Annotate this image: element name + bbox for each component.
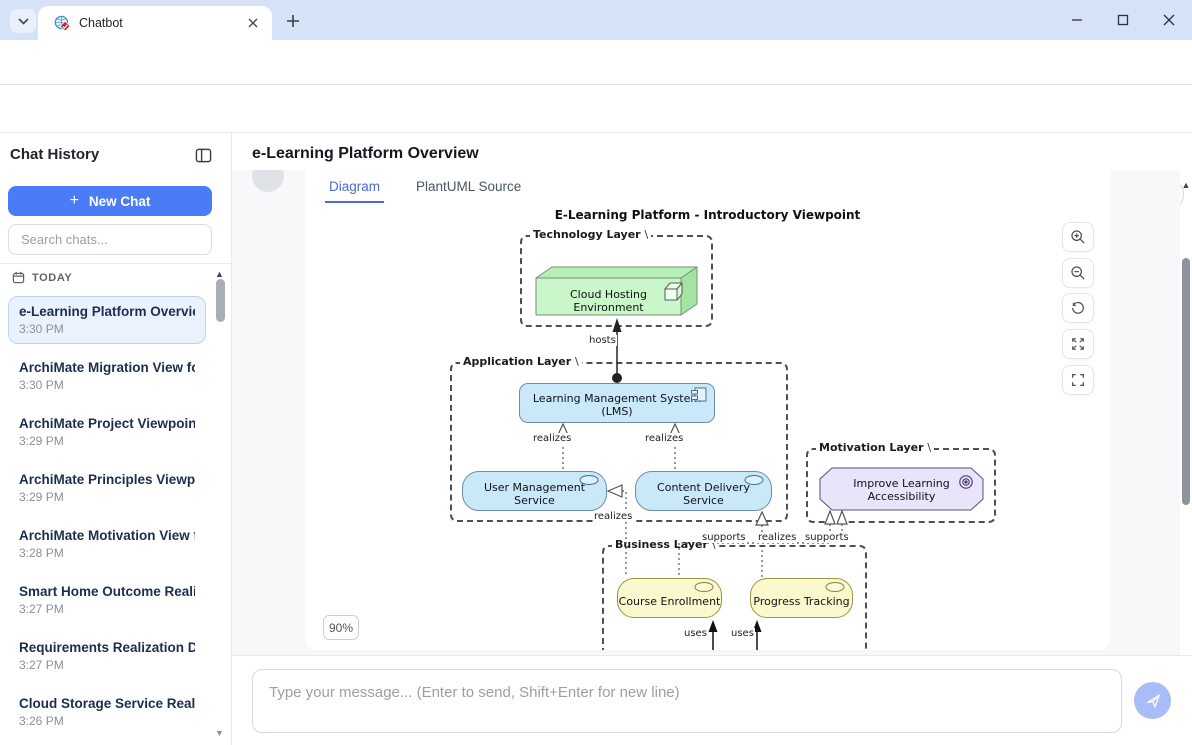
diagram-fit-screen-button[interactable] <box>1062 329 1094 359</box>
window-maximize-button[interactable] <box>1100 0 1146 40</box>
node-cloud-label: Cloud Hosting Environment <box>536 278 681 315</box>
new-chat-button[interactable]: + New Chat <box>8 186 212 216</box>
reset-rotate-icon <box>1070 300 1086 316</box>
chat-item-migration-view[interactable]: ArchiMate Migration View fo...3:30 PM <box>8 352 206 400</box>
today-section-header: TODAY <box>12 271 72 284</box>
main-scrollbar-thumb[interactable] <box>1182 258 1190 505</box>
chat-item-elearning-platform[interactable]: e-Learning Platform Overview3:30 PM <box>8 296 206 344</box>
chat-history-list: e-Learning Platform Overview3:30 PM Arch… <box>0 288 214 745</box>
chat-item-project-viewpoint[interactable]: ArchiMate Project Viewpoint...3:29 PM <box>8 408 206 456</box>
label-realizes-3: realizes <box>593 511 633 522</box>
label-uses-1: uses <box>683 628 708 639</box>
label-realizes-2: realizes <box>644 433 684 444</box>
diagram-tabs: Diagram PlantUML Source <box>305 170 1110 203</box>
app-header: Chatbot Powered by Visual Paradigm More … <box>0 85 1192 133</box>
panel-toggle-icon <box>195 147 212 164</box>
node-progress-tracking: Progress Tracking <box>750 578 853 618</box>
message-composer <box>232 655 1192 745</box>
diagram-reset-view-button[interactable] <box>1062 293 1094 323</box>
main-scroll-up-arrow[interactable]: ▲ <box>1181 180 1191 190</box>
tab-diagram[interactable]: Diagram <box>325 173 384 203</box>
fullscreen-corners-icon <box>1070 372 1086 388</box>
chat-item-cloud-storage[interactable]: Cloud Storage Service Realiz...3:26 PM <box>8 688 206 736</box>
window-controls <box>1054 0 1192 40</box>
diagram-zoom-out-button[interactable] <box>1062 258 1094 288</box>
tab-title: Chatbot <box>79 16 244 30</box>
new-tab-button[interactable] <box>282 10 304 32</box>
expand-arrows-icon <box>1070 336 1086 352</box>
send-plane-icon <box>1144 692 1162 710</box>
browser-toolbar: ai-toolbox.visual-paradigm.com/app/chatb… <box>0 40 1192 85</box>
diagram-zoom-badge: 90% <box>323 615 359 640</box>
node-goal-label: Improve Learning Accessibility <box>820 468 983 510</box>
browser-tab-chatbot[interactable]: Chatbot <box>38 6 272 40</box>
label-supports-2: supports <box>804 532 850 543</box>
message-input[interactable] <box>252 669 1122 733</box>
sidebar-header: Chat History <box>0 133 231 175</box>
send-button[interactable] <box>1134 682 1171 719</box>
tab-search-button[interactable] <box>10 9 36 33</box>
tab-close-icon[interactable] <box>244 14 262 32</box>
zoom-out-icon <box>1070 265 1086 281</box>
sidebar-scrollbar-thumb[interactable] <box>216 279 225 322</box>
assistant-avatar <box>252 170 284 192</box>
sidebar-divider <box>0 263 231 264</box>
node-content-delivery-service: Content Delivery Service <box>635 471 772 511</box>
tab-plantuml-source[interactable]: PlantUML Source <box>412 173 525 203</box>
label-realizes-4: realizes <box>757 532 797 543</box>
label-supports-1: supports <box>701 532 747 543</box>
screen: Chatbot ai-toolbox.visual-paradigm.com/a… <box>0 0 1192 745</box>
label-hosts: hosts <box>588 335 617 346</box>
chevron-down-icon <box>18 18 29 25</box>
sidebar-scroll-down-arrow[interactable]: ▼ <box>215 728 224 738</box>
plus-icon: + <box>70 192 79 210</box>
node-course-enrollment: Course Enrollment <box>617 578 722 618</box>
node-user-management-service: User Management Service <box>462 471 607 511</box>
sidebar-collapse-button[interactable] <box>193 145 213 165</box>
browser-tabstrip: Chatbot <box>0 0 1192 40</box>
sidebar-title: Chat History <box>10 146 99 163</box>
label-realizes-1: realizes <box>532 433 572 444</box>
chat-item-motivation-view[interactable]: ArchiMate Motivation View f...3:28 PM <box>8 520 206 568</box>
window-minimize-button[interactable] <box>1054 0 1100 40</box>
sidebar-scroll-up-arrow[interactable]: ▲ <box>215 269 224 279</box>
calendar-icon <box>12 271 25 284</box>
search-chats-input[interactable] <box>8 224 212 255</box>
plus-icon <box>286 14 300 28</box>
conversation-title: e-Learning Platform Overview <box>252 145 479 163</box>
diagram-fullscreen-button[interactable] <box>1062 365 1094 395</box>
chat-item-smart-home[interactable]: Smart Home Outcome Realiz...3:27 PM <box>8 576 206 624</box>
node-lms: Learning Management System (LMS) <box>519 383 715 423</box>
sidebar: Chat History + New Chat TODAY e-Learning… <box>0 133 232 745</box>
visual-paradigm-favicon <box>54 15 71 32</box>
chat-scroll-area: Diagram PlantUML Source E-Learning Platf… <box>232 170 1180 655</box>
window-close-button[interactable] <box>1146 0 1192 40</box>
chat-item-principles-viewpoint[interactable]: ArchiMate Principles Viewpo...3:29 PM <box>8 464 206 512</box>
diagram-title: E-Learning Platform - Introductory Viewp… <box>305 208 1110 222</box>
diagram-zoom-in-button[interactable] <box>1062 222 1094 252</box>
conversation-titlebar: e-Learning Platform Overview <box>232 133 1192 170</box>
label-uses-2: uses <box>730 628 755 639</box>
archimate-diagram: E-Learning Platform - Introductory Viewp… <box>305 205 1110 650</box>
chat-item-requirements-realization[interactable]: Requirements Realization Di...3:27 PM <box>8 632 206 680</box>
assistant-message-card: Diagram PlantUML Source E-Learning Platf… <box>305 170 1110 650</box>
zoom-in-icon <box>1070 229 1086 245</box>
